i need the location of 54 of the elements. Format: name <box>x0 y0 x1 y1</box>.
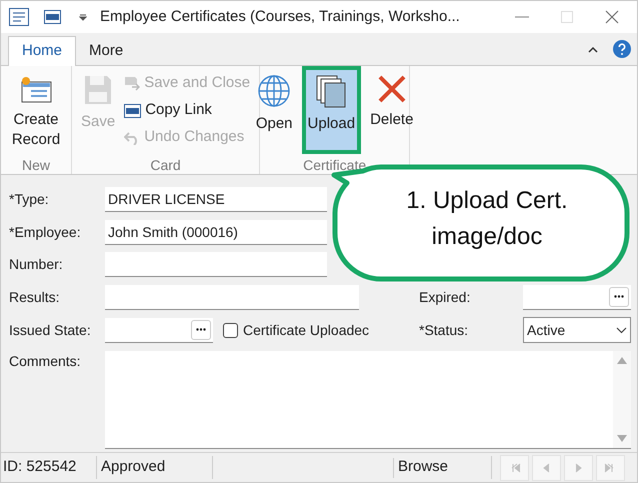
field-label: Expired: <box>418 288 472 307</box>
dropdown-icon[interactable] <box>79 13 87 21</box>
input-field[interactable] <box>105 252 327 277</box>
window-title: Employee Certificates (Courses, Trainings, Worksho... <box>100 6 460 27</box>
record-mode: Browse <box>394 456 492 479</box>
scroll-up-icon <box>617 356 627 364</box>
checkbox[interactable]: Certificate Uploadec <box>223 320 370 340</box>
ribbon-tab[interactable]: More <box>76 36 136 66</box>
record-state: Approved <box>97 456 213 479</box>
text-field-icon[interactable] <box>44 10 61 24</box>
status-select[interactable]: Active <box>523 317 631 343</box>
scroll-down-icon <box>617 434 627 442</box>
ribbon-tab[interactable]: Home <box>8 36 76 66</box>
field-label: *Employee: <box>9 222 82 242</box>
group-label: Card <box>150 156 181 174</box>
globe-icon <box>257 74 292 108</box>
close-icon[interactable] <box>605 10 619 24</box>
group-label: Certificate <box>303 156 366 174</box>
link-icon <box>124 104 142 118</box>
checkbox-label: Certificate Uploadec <box>243 320 370 340</box>
ribbon-button[interactable]: Copy Link <box>124 97 250 124</box>
input-field[interactable] <box>105 284 359 310</box>
card-icon <box>19 74 53 104</box>
input-field[interactable] <box>105 318 213 342</box>
record-id: ID: 525542 <box>1 456 97 479</box>
group-label: New <box>22 156 50 174</box>
field-label: *Status: <box>418 320 470 340</box>
document-icon <box>9 8 29 26</box>
chevron-down-icon <box>616 326 627 334</box>
callout-text: 1. Upload Cert. image/doc <box>405 186 569 252</box>
save-close-icon <box>124 76 140 92</box>
input-field[interactable] <box>523 284 631 310</box>
delete-icon <box>376 74 407 104</box>
field-label: Issued State: <box>9 320 92 340</box>
dots-icon <box>196 328 206 331</box>
comments-field[interactable] <box>105 350 631 448</box>
ribbon-button[interactable]: Upload <box>302 66 362 154</box>
dots-icon <box>614 295 624 298</box>
input-field[interactable]: John Smith (000016) <box>105 220 327 244</box>
help-icon[interactable] <box>613 40 631 58</box>
collapse-ribbon-icon[interactable] <box>588 46 598 52</box>
field-label: Results: <box>9 288 61 306</box>
field-label: *Type: <box>9 190 50 209</box>
ellipsis-button[interactable] <box>609 286 629 306</box>
ribbon-button[interactable]: Create Record <box>4 66 68 154</box>
ribbon-button[interactable]: Delete <box>364 66 420 154</box>
field-label: Comments: <box>9 352 82 370</box>
field-label: Number: <box>9 255 64 274</box>
minimize-icon[interactable] <box>515 16 529 18</box>
documents-icon <box>314 74 348 108</box>
ribbon-button[interactable]: Open <box>250 66 299 154</box>
ellipsis-button[interactable] <box>191 320 211 340</box>
input-field[interactable]: DRIVER LICENSE <box>105 187 327 212</box>
scrollbar[interactable] <box>613 350 631 448</box>
